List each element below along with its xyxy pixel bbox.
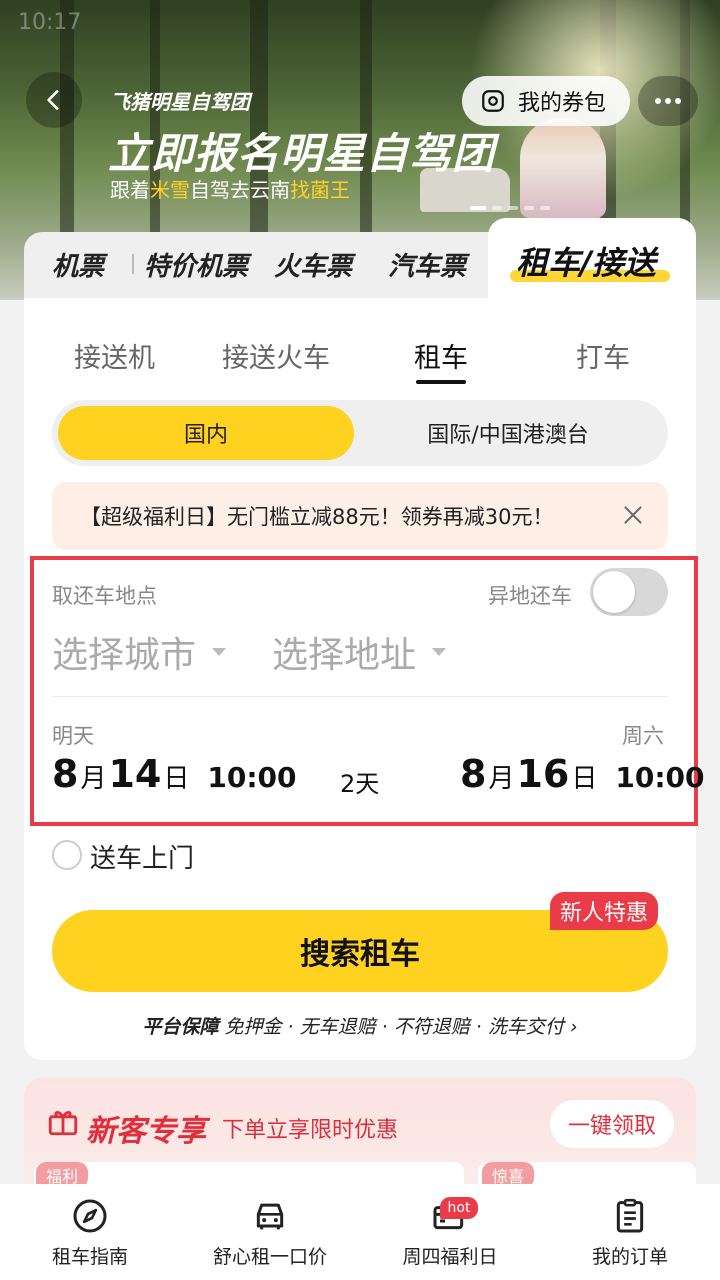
nav-label: 舒心租一口价	[212, 1245, 327, 1268]
address-placeholder: 选择地址	[272, 635, 417, 676]
top-tab-bar: 机票 特价机票 火车票 汽车票 租车/接送	[24, 218, 696, 322]
address-select[interactable]: 选择地址	[272, 626, 447, 678]
region-segment: 国内 国际/中国港澳台	[52, 400, 668, 466]
carousel-dot	[540, 206, 550, 210]
carousel-dot	[508, 206, 518, 210]
diff-return-toggle[interactable]	[590, 568, 668, 616]
clipboard-icon	[616, 1198, 644, 1232]
nav-fixed-price[interactable]: 舒心租一口价	[180, 1184, 360, 1280]
city-select[interactable]: 选择城市	[52, 626, 227, 678]
close-icon[interactable]	[620, 502, 646, 528]
region-international[interactable]: 国际/中国港澳台	[354, 406, 662, 460]
nav-label: 我的订单	[591, 1245, 668, 1268]
tab-bus[interactable]: 汽车票	[388, 246, 466, 283]
gift-icon	[48, 1111, 78, 1136]
return-date[interactable]: 8 月 16 日 10:00	[460, 752, 705, 796]
caret-down-icon	[432, 648, 447, 656]
chevron-left-icon	[47, 90, 59, 110]
return-time: 10:00	[615, 761, 705, 794]
toggle-knob	[593, 571, 635, 613]
carousel-dot	[524, 206, 534, 210]
subline-text: 自驾去云南	[190, 178, 290, 202]
subtab-car-rental[interactable]: 租车	[414, 336, 468, 375]
pickup-day-num: 14	[108, 752, 162, 796]
banner-person-image	[520, 118, 606, 218]
hot-badge: hot	[440, 1197, 478, 1219]
bottom-nav: 租车指南 舒心租一口价 周四福利日 我的订单	[0, 1184, 720, 1280]
car-icon	[256, 1203, 284, 1229]
booking-card: 接送机 接送火车 租车 打车 国内 国际/中国港澳台 【超级福利日】无门槛立减8…	[24, 298, 705, 1060]
carousel-dot	[470, 206, 486, 210]
tab-divider	[132, 254, 134, 274]
new-customer-subtitle: 下单立享限时优惠	[222, 1118, 399, 1143]
claim-all-button[interactable]: 一键领取	[550, 1100, 674, 1148]
nav-rental-guide[interactable]: 租车指南	[0, 1184, 180, 1280]
more-button[interactable]	[638, 76, 698, 126]
new-user-badge: 新人特惠	[550, 892, 659, 930]
city-placeholder: 选择城市	[52, 635, 197, 676]
banner-headline: 立即报名明星自驾团	[108, 129, 496, 178]
banner-subline: 跟着米雪自驾去云南找菌王	[110, 174, 350, 203]
pickup-month: 8	[52, 752, 79, 796]
nav-my-orders[interactable]: 我的订单	[540, 1184, 720, 1280]
delivery-label[interactable]: 送车上门	[90, 838, 194, 875]
coupon-icon	[482, 90, 504, 112]
guarantee-title: 平台保障	[142, 1016, 219, 1038]
subline-highlight: 找菌王	[290, 178, 350, 202]
month-unit: 月	[80, 764, 107, 794]
chevron-right-icon: ›	[569, 1016, 578, 1038]
guarantee-items: 免押金 · 无车退赔 · 不符退赔 · 洗车交付	[224, 1016, 564, 1038]
subline-highlight: 米雪	[150, 178, 190, 202]
divider	[52, 696, 668, 697]
tab-flight[interactable]: 机票	[52, 246, 104, 283]
day-unit: 日	[163, 764, 190, 794]
promo-text: 【超级福利日】无门槛立减88元！领券再减30元！	[80, 505, 554, 529]
compass-icon	[73, 1199, 107, 1232]
carousel-dots	[470, 206, 550, 210]
rental-duration: 2天	[340, 770, 380, 798]
region-domestic[interactable]: 国内	[58, 406, 354, 460]
subtab-indicator	[416, 380, 466, 384]
caret-down-icon	[212, 648, 227, 656]
tab-special-flight[interactable]: 特价机票	[144, 246, 248, 283]
coupon-wallet-label: 我的券包	[518, 91, 607, 116]
subtab-train-transfer[interactable]: 接送火车	[222, 336, 330, 375]
return-day-label: 周六	[622, 724, 664, 748]
return-month: 8	[460, 752, 487, 796]
guarantee-line[interactable]: 平台保障 免押金 · 无车退赔 · 不符退赔 · 洗车交付 ›	[24, 1012, 696, 1039]
back-button[interactable]	[26, 72, 82, 128]
coupon-wallet-button[interactable]: 我的券包	[462, 76, 630, 126]
new-customer-title: 新客专享	[86, 1114, 206, 1149]
banner-brand: 飞猪明星自驾团	[110, 90, 250, 114]
new-customer-section: 新客专享 下单立享限时优惠 一键领取 福利 惊喜	[24, 1078, 696, 1202]
status-time: 10:17	[18, 10, 82, 35]
subline-text: 跟着	[110, 178, 150, 202]
pickup-date[interactable]: 8 月 14 日 10:00	[52, 752, 297, 796]
return-day-num: 16	[516, 752, 570, 796]
subtab-airport-transfer[interactable]: 接送机	[74, 336, 155, 375]
pickup-time: 10:00	[207, 761, 297, 794]
nav-label: 租车指南	[51, 1245, 128, 1268]
month-unit: 月	[488, 764, 515, 794]
nav-label: 周四福利日	[402, 1245, 498, 1268]
more-dots-icon	[655, 98, 681, 104]
subtab-taxi[interactable]: 打车	[576, 336, 630, 375]
diff-return-label: 异地还车	[488, 584, 572, 608]
pickup-day-label: 明天	[52, 724, 94, 748]
location-label: 取还车地点	[52, 584, 157, 608]
delivery-radio[interactable]	[52, 840, 82, 870]
promo-notice[interactable]: 【超级福利日】无门槛立减88元！领券再减30元！	[52, 482, 668, 550]
tab-car-rental-transfer[interactable]: 租车/接送	[516, 238, 656, 284]
carousel-dot	[492, 206, 502, 210]
day-unit: 日	[571, 764, 598, 794]
tab-train[interactable]: 火车票	[274, 246, 352, 283]
